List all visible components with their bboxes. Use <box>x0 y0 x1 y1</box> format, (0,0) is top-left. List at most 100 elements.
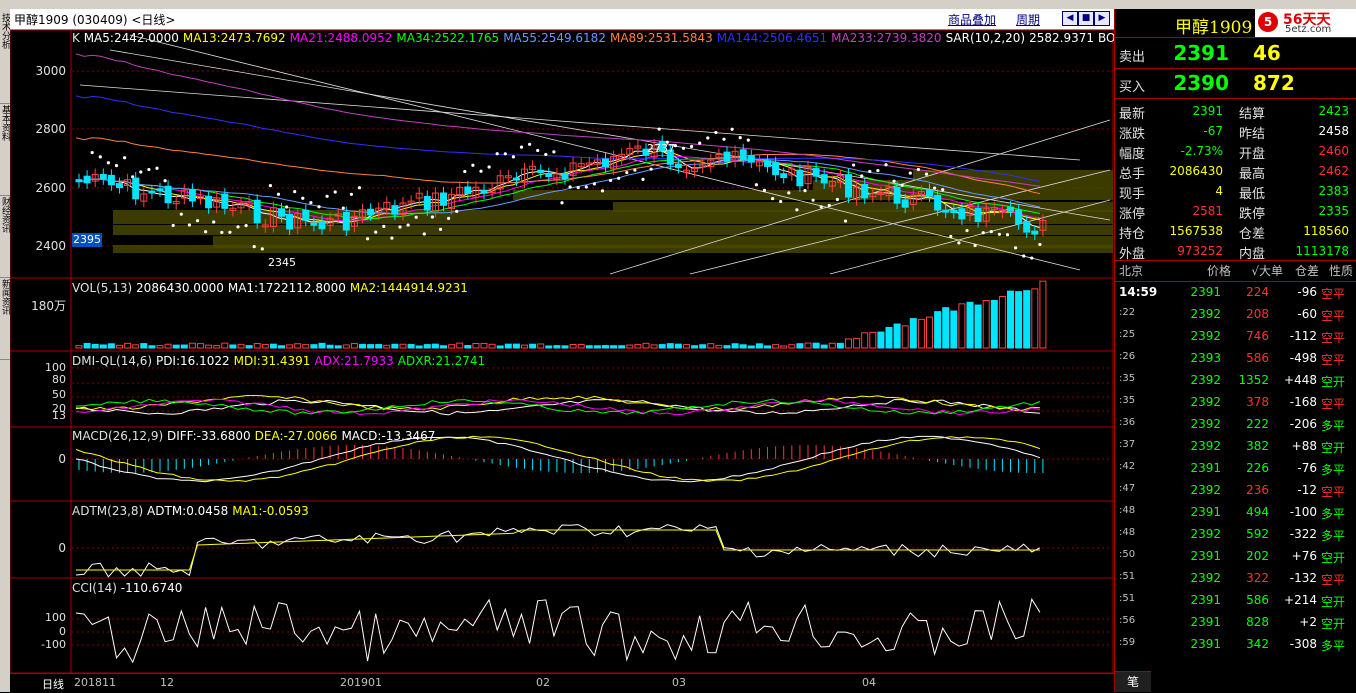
tick-tab[interactable]: 笔 <box>1115 671 1151 692</box>
dmi-y-tick: 50 <box>52 388 66 401</box>
sar-dot <box>965 228 969 233</box>
sar-dot <box>220 230 224 234</box>
tab-basic-info[interactable]: 基本资料 <box>0 105 10 196</box>
indicator-value: 2086430.0000 <box>136 281 224 295</box>
tick-row[interactable]: :59 2391 342 -308 多平 <box>1115 637 1356 659</box>
sar-dot <box>762 188 767 193</box>
field-label: 总手 <box>1119 167 1146 182</box>
sar-dot <box>228 230 232 234</box>
tab-news[interactable]: 新闻资讯 <box>0 279 10 360</box>
scroll-right-icon[interactable]: ▶ <box>1094 11 1110 26</box>
sar-dot <box>957 241 961 245</box>
tab-finance-news[interactable]: 财经资讯 <box>0 197 10 278</box>
tick-volume: 208 <box>1246 307 1269 321</box>
candle-body <box>480 189 488 194</box>
cci-line <box>75 597 1041 664</box>
field-value: 2335 <box>1318 204 1349 218</box>
chart-canvas[interactable] <box>10 30 1114 673</box>
tick-oi-change: -132 <box>1289 571 1317 585</box>
sar-dot <box>860 174 864 178</box>
indicator-value: MA233:2739.3820 <box>831 31 942 45</box>
sar-dot <box>528 142 532 146</box>
tick-row[interactable]: :26 2393 586 -498 空平 <box>1115 351 1356 373</box>
tick-volume: 586 <box>1246 351 1269 365</box>
period-button[interactable]: 周期 <box>1016 11 1040 28</box>
sar-dot <box>90 150 94 155</box>
volume-bar <box>116 344 123 349</box>
tick-row[interactable]: :48 2391 494 -100 多平 <box>1115 505 1356 527</box>
tab-technical-analysis[interactable]: 技术分析 <box>0 13 10 104</box>
tick-row[interactable]: :51 2392 322 -132 空平 <box>1115 571 1356 593</box>
tick-row[interactable]: :51 2391 586 +214 空开 <box>1115 593 1356 615</box>
period-label[interactable]: 日线 <box>42 676 64 692</box>
volume-bar <box>350 343 358 349</box>
tick-nature: 空平 <box>1321 397 1346 411</box>
sar-dot <box>244 224 248 228</box>
tick-oi-change: -76 <box>1297 461 1317 475</box>
candle-body <box>440 192 447 206</box>
tick-time: :47 <box>1119 483 1136 494</box>
sar-dot <box>236 225 240 229</box>
tick-row[interactable]: :35 2392 1352 +448 空开 <box>1115 373 1356 395</box>
indicator-value: DIFF:-33.6800 <box>166 429 251 443</box>
indicator-value: DEA:-27.0066 <box>254 429 338 443</box>
tick-oi-change: -60 <box>1297 307 1317 321</box>
field-value: 2423 <box>1318 104 1349 118</box>
volume-bar <box>845 338 852 349</box>
candle-body <box>764 160 771 167</box>
candle-body <box>286 213 294 230</box>
sar-dot <box>584 185 588 189</box>
cci-y-tick: -100 <box>41 638 66 651</box>
tick-oi-change: +76 <box>1291 549 1317 563</box>
candle-body <box>278 208 285 217</box>
tick-row[interactable]: :22 2392 208 -60 空平 <box>1115 307 1356 329</box>
tick-row[interactable]: :47 2392 236 -12 空平 <box>1115 483 1356 505</box>
tick-row[interactable]: :35 2392 378 -168 空平 <box>1115 395 1356 417</box>
field-label: 最新 <box>1119 107 1146 122</box>
tick-row[interactable]: :50 2391 202 +76 空开 <box>1115 549 1356 571</box>
volume-bar <box>180 344 188 349</box>
x-axis-label: 201811 <box>74 676 116 689</box>
tick-oi-change: -96 <box>1297 285 1317 299</box>
vol-y-tick: 180万 <box>31 299 66 313</box>
zoom-out-icon[interactable]: ■ <box>1078 11 1094 26</box>
sar-dot <box>430 215 434 219</box>
candle-body <box>391 205 399 215</box>
tick-row[interactable]: :37 2392 382 +88 空开 <box>1115 439 1356 461</box>
tick-volume: 828 <box>1246 615 1269 629</box>
candle-body <box>116 183 123 189</box>
tick-time: :56 <box>1119 615 1136 626</box>
tick-volume: 222 <box>1246 417 1269 431</box>
field-value: -2.73% <box>1180 144 1223 158</box>
volume-bar <box>901 325 909 349</box>
volume-bar <box>585 345 593 349</box>
tick-row[interactable]: :56 2391 828 +2 空开 <box>1115 615 1356 637</box>
volume-bar <box>512 343 520 349</box>
dmi-line <box>75 398 1041 415</box>
tick-nature: 空开 <box>1321 375 1346 389</box>
sar-dot <box>827 203 831 208</box>
volume-bar <box>642 342 650 349</box>
tick-volume: 382 <box>1246 439 1269 453</box>
tick-row[interactable]: 14:59 2391 224 -96 空平 <box>1115 285 1356 307</box>
quote-panel: 甲醇1909 (M 5 56天天 5etz.com 卖出 2391 46 买入 … <box>1114 9 1356 692</box>
indicator-value: ADTM:0.0458 <box>147 504 229 518</box>
menu-bar <box>0 0 1356 9</box>
tick-row[interactable]: :42 2391 226 -76 多平 <box>1115 461 1356 483</box>
tick-row[interactable]: :25 2392 746 -112 空平 <box>1115 329 1356 351</box>
field-label: 幅度 <box>1119 147 1146 162</box>
candle-body <box>861 183 869 199</box>
overlay-commodity-button[interactable]: 商品叠加 <box>948 11 996 28</box>
tick-row[interactable]: :48 2392 592 -322 多平 <box>1115 527 1356 549</box>
tick-price: 2391 <box>1190 461 1221 475</box>
logo-icon: 5 <box>1258 12 1278 32</box>
volume-bar <box>448 344 456 349</box>
indicator-value: MDI:31.4391 <box>233 354 311 368</box>
field-label: 最高 <box>1239 167 1266 182</box>
tick-row[interactable]: :36 2392 222 -206 多平 <box>1115 417 1356 439</box>
scroll-left-icon[interactable]: ◀ <box>1062 11 1078 26</box>
sar-dot <box>147 167 151 172</box>
indicator-value: MA13:2473.7692 <box>182 31 286 45</box>
sar-dot <box>341 206 345 210</box>
candle-body <box>1007 206 1014 212</box>
